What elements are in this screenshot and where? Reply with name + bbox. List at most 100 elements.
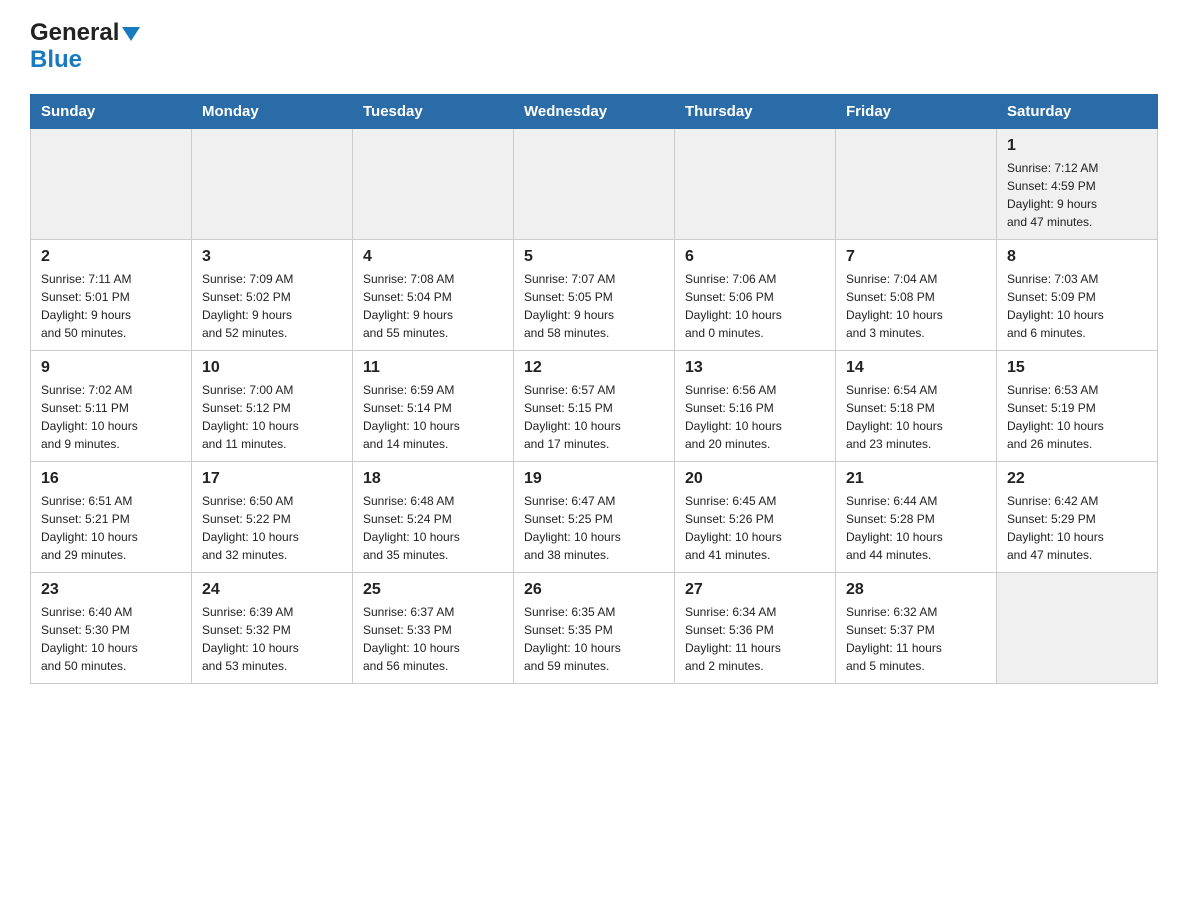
day-header-tuesday: Tuesday (353, 95, 514, 129)
day-info: Sunrise: 6:53 AM Sunset: 5:19 PM Dayligh… (1007, 381, 1147, 453)
calendar-cell (353, 129, 514, 240)
calendar-cell: 16 Sunrise: 6:51 AM Sunset: 5:21 PM Dayli… (31, 462, 192, 573)
calendar-cell (192, 129, 353, 240)
day-info: Sunrise: 6:57 AM Sunset: 5:15 PM Dayligh… (524, 381, 664, 453)
calendar-cell: 20 Sunrise: 6:45 AM Sunset: 5:26 PM Dayli… (675, 462, 836, 573)
day-info: Sunrise: 6:35 AM Sunset: 5:35 PM Dayligh… (524, 603, 664, 675)
day-number: 21 (846, 470, 986, 488)
day-number: 14 (846, 359, 986, 377)
day-number: 2 (41, 248, 181, 266)
logo-blue-line: Blue (30, 46, 82, 74)
day-number: 11 (363, 359, 503, 377)
calendar-cell: 5Sunrise: 7:07 AM Sunset: 5:05 PM Daylig… (514, 240, 675, 351)
day-info: Sunrise: 6:54 AM Sunset: 5:18 PM Dayligh… (846, 381, 986, 453)
calendar-cell: 3 Sunrise: 7:09 AM Sunset: 5:02 PM Daylig… (192, 240, 353, 351)
day-info: Sunrise: 6:40 AM Sunset: 5:30 PM Dayligh… (41, 603, 181, 675)
calendar-cell: 1Sunrise: 7:12 AM Sunset: 4:59 PM Daylig… (997, 129, 1158, 240)
day-info: Sunrise: 6:32 AM Sunset: 5:37 PM Dayligh… (846, 603, 986, 675)
calendar-cell: 25 Sunrise: 6:37 AM Sunset: 5:33 PM Dayli… (353, 573, 514, 684)
day-number: 18 (363, 470, 503, 488)
calendar-cell: 10Sunrise: 7:00 AM Sunset: 5:12 PM Dayli… (192, 351, 353, 462)
day-info: Sunrise: 6:45 AM Sunset: 5:26 PM Dayligh… (685, 492, 825, 564)
calendar-week-3: 9 Sunrise: 7:02 AM Sunset: 5:11 PM Daylig… (31, 351, 1158, 462)
day-number: 12 (524, 359, 664, 377)
day-info: Sunrise: 6:51 AM Sunset: 5:21 PM Dayligh… (41, 492, 181, 564)
day-number: 4 (363, 248, 503, 266)
day-info: Sunrise: 7:09 AM Sunset: 5:02 PM Dayligh… (202, 270, 342, 342)
day-number: 28 (846, 581, 986, 599)
day-number: 27 (685, 581, 825, 599)
calendar-cell: 22 Sunrise: 6:42 AM Sunset: 5:29 PM Dayli… (997, 462, 1158, 573)
day-info: Sunrise: 6:50 AM Sunset: 5:22 PM Dayligh… (202, 492, 342, 564)
day-number: 25 (363, 581, 503, 599)
calendar-week-1: 1Sunrise: 7:12 AM Sunset: 4:59 PM Daylig… (31, 129, 1158, 240)
calendar-cell: 2 Sunrise: 7:11 AM Sunset: 5:01 PM Daylig… (31, 240, 192, 351)
day-number: 26 (524, 581, 664, 599)
calendar-table: SundayMondayTuesdayWednesdayThursdayFrid… (30, 94, 1158, 684)
day-info: Sunrise: 7:08 AM Sunset: 5:04 PM Dayligh… (363, 270, 503, 342)
day-info: Sunrise: 7:04 AM Sunset: 5:08 PM Dayligh… (846, 270, 986, 342)
day-info: Sunrise: 6:56 AM Sunset: 5:16 PM Dayligh… (685, 381, 825, 453)
day-number: 7 (846, 248, 986, 266)
day-info: Sunrise: 7:03 AM Sunset: 5:09 PM Dayligh… (1007, 270, 1147, 342)
calendar-cell: 6 Sunrise: 7:06 AM Sunset: 5:06 PM Daylig… (675, 240, 836, 351)
page-header: General Blue (30, 20, 1158, 74)
day-header-sunday: Sunday (31, 95, 192, 129)
calendar-cell: 27 Sunrise: 6:34 AM Sunset: 5:36 PM Dayli… (675, 573, 836, 684)
calendar-cell: 15Sunrise: 6:53 AM Sunset: 5:19 PM Dayli… (997, 351, 1158, 462)
day-number: 16 (41, 470, 181, 488)
day-header-saturday: Saturday (997, 95, 1158, 129)
calendar-cell: 11 Sunrise: 6:59 AM Sunset: 5:14 PM Dayli… (353, 351, 514, 462)
day-number: 3 (202, 248, 342, 266)
calendar-cell: 26 Sunrise: 6:35 AM Sunset: 5:35 PM Dayli… (514, 573, 675, 684)
day-info: Sunrise: 7:07 AM Sunset: 5:05 PM Dayligh… (524, 270, 664, 342)
calendar-cell: 9 Sunrise: 7:02 AM Sunset: 5:11 PM Daylig… (31, 351, 192, 462)
calendar-cell (514, 129, 675, 240)
calendar-cell: 28 Sunrise: 6:32 AM Sunset: 5:37 PM Dayli… (836, 573, 997, 684)
day-number: 17 (202, 470, 342, 488)
logo: General Blue (30, 20, 140, 74)
day-info: Sunrise: 6:59 AM Sunset: 5:14 PM Dayligh… (363, 381, 503, 453)
calendar-cell: 23 Sunrise: 6:40 AM Sunset: 5:30 PM Dayli… (31, 573, 192, 684)
day-number: 13 (685, 359, 825, 377)
day-header-thursday: Thursday (675, 95, 836, 129)
calendar-week-5: 23 Sunrise: 6:40 AM Sunset: 5:30 PM Dayli… (31, 573, 1158, 684)
calendar-header-row: SundayMondayTuesdayWednesdayThursdayFrid… (31, 95, 1158, 129)
day-info: Sunrise: 6:37 AM Sunset: 5:33 PM Dayligh… (363, 603, 503, 675)
day-number: 20 (685, 470, 825, 488)
calendar-cell (675, 129, 836, 240)
calendar-cell: 24Sunrise: 6:39 AM Sunset: 5:32 PM Dayli… (192, 573, 353, 684)
day-number: 19 (524, 470, 664, 488)
calendar-cell: 8 Sunrise: 7:03 AM Sunset: 5:09 PM Daylig… (997, 240, 1158, 351)
calendar-week-4: 16 Sunrise: 6:51 AM Sunset: 5:21 PM Dayli… (31, 462, 1158, 573)
calendar-cell: 18 Sunrise: 6:48 AM Sunset: 5:24 PM Dayli… (353, 462, 514, 573)
day-info: Sunrise: 7:06 AM Sunset: 5:06 PM Dayligh… (685, 270, 825, 342)
day-number: 22 (1007, 470, 1147, 488)
calendar-cell: 19 Sunrise: 6:47 AM Sunset: 5:25 PM Dayli… (514, 462, 675, 573)
calendar-cell: 14 Sunrise: 6:54 AM Sunset: 5:18 PM Dayli… (836, 351, 997, 462)
day-info: Sunrise: 6:47 AM Sunset: 5:25 PM Dayligh… (524, 492, 664, 564)
day-info: Sunrise: 7:11 AM Sunset: 5:01 PM Dayligh… (41, 270, 181, 342)
calendar-week-2: 2 Sunrise: 7:11 AM Sunset: 5:01 PM Daylig… (31, 240, 1158, 351)
day-number: 6 (685, 248, 825, 266)
calendar-cell: 17 Sunrise: 6:50 AM Sunset: 5:22 PM Dayli… (192, 462, 353, 573)
logo-blue-text: Blue (30, 46, 82, 74)
day-info: Sunrise: 6:34 AM Sunset: 5:36 PM Dayligh… (685, 603, 825, 675)
calendar-cell: 12 Sunrise: 6:57 AM Sunset: 5:15 PM Dayli… (514, 351, 675, 462)
day-number: 24 (202, 581, 342, 599)
day-header-friday: Friday (836, 95, 997, 129)
day-header-wednesday: Wednesday (514, 95, 675, 129)
day-header-monday: Monday (192, 95, 353, 129)
day-info: Sunrise: 6:42 AM Sunset: 5:29 PM Dayligh… (1007, 492, 1147, 564)
calendar-cell (997, 573, 1158, 684)
calendar-cell: 7 Sunrise: 7:04 AM Sunset: 5:08 PM Daylig… (836, 240, 997, 351)
day-info: Sunrise: 7:02 AM Sunset: 5:11 PM Dayligh… (41, 381, 181, 453)
day-number: 9 (41, 359, 181, 377)
calendar-cell (836, 129, 997, 240)
day-number: 23 (41, 581, 181, 599)
calendar-cell: 4 Sunrise: 7:08 AM Sunset: 5:04 PM Daylig… (353, 240, 514, 351)
day-info: Sunrise: 6:44 AM Sunset: 5:28 PM Dayligh… (846, 492, 986, 564)
day-number: 10 (202, 359, 342, 377)
day-info: Sunrise: 6:48 AM Sunset: 5:24 PM Dayligh… (363, 492, 503, 564)
day-number: 8 (1007, 248, 1147, 266)
